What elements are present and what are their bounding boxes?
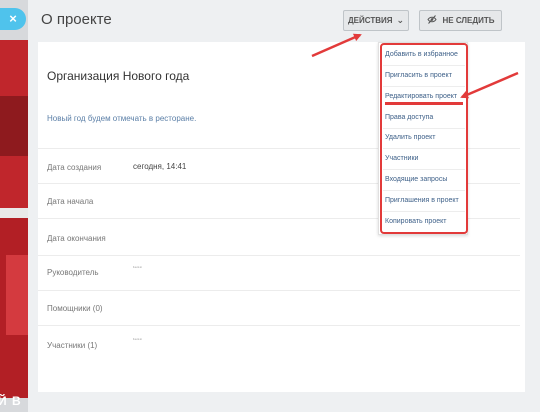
menu-divider (383, 86, 465, 87)
menu-divider (383, 148, 465, 149)
menu-item-edit-project[interactable]: Редактировать проект (385, 93, 457, 100)
menu-item-delete[interactable]: Удалить проект (385, 134, 436, 141)
close-button[interactable]: × (0, 8, 26, 30)
actions-label: действия (347, 16, 393, 25)
divider (38, 290, 520, 291)
eye-off-icon (426, 15, 437, 26)
highlight-underline (385, 102, 463, 105)
page-title: О проекте (41, 11, 112, 28)
menu-item-invitations[interactable]: Приглашения в проект (385, 197, 459, 204)
menu-item-copy-project[interactable]: Копировать проект (385, 218, 446, 225)
menu-divider (383, 65, 465, 66)
menu-item-incoming-requests[interactable]: Входящие запросы (385, 176, 447, 183)
menu-item-access-rights[interactable]: Права доступа (385, 114, 433, 121)
field-label-participants: Участники (1) (47, 341, 98, 350)
background-image-detail (0, 96, 28, 156)
divider (38, 255, 520, 256)
menu-item-participants[interactable]: Участники (385, 155, 418, 162)
participant-avatar[interactable]: ᵇᵃᵐᵐ (133, 337, 143, 342)
unfollow-button[interactable]: не следить (419, 10, 502, 31)
background-page-strip: Й В (0, 0, 28, 412)
field-label-created: Дата создания (47, 163, 102, 172)
field-label-assistants: Помощники (0) (47, 304, 103, 313)
menu-item-invite[interactable]: Пригласить в проект (385, 72, 452, 79)
menu-divider (383, 211, 465, 212)
manager-avatar[interactable]: ᵇᵃᵐᵐ (133, 265, 143, 270)
field-label-manager: Руководитель (47, 268, 99, 277)
menu-divider (383, 128, 465, 129)
unfollow-label: не следить (442, 16, 495, 25)
menu-divider (383, 169, 465, 170)
field-label-start: Дата начала (47, 197, 94, 206)
project-name: Организация Нового года (47, 69, 190, 83)
background-image-2-detail (6, 255, 28, 335)
background-gap (0, 208, 28, 218)
background-text: Й В (0, 394, 22, 408)
field-value-created: сегодня, 14:41 (133, 162, 187, 171)
field-label-end: Дата окончания (47, 234, 106, 243)
menu-divider (383, 190, 465, 191)
chevron-down-icon: ⌄ (396, 15, 405, 25)
close-icon: × (9, 11, 17, 26)
menu-item-add-favorite[interactable]: Добавить в избранное (385, 51, 458, 58)
actions-button[interactable]: действия ⌄ (343, 10, 409, 31)
project-description: Новый год будем отмечать в ресторане. (47, 114, 197, 123)
divider (38, 325, 520, 326)
